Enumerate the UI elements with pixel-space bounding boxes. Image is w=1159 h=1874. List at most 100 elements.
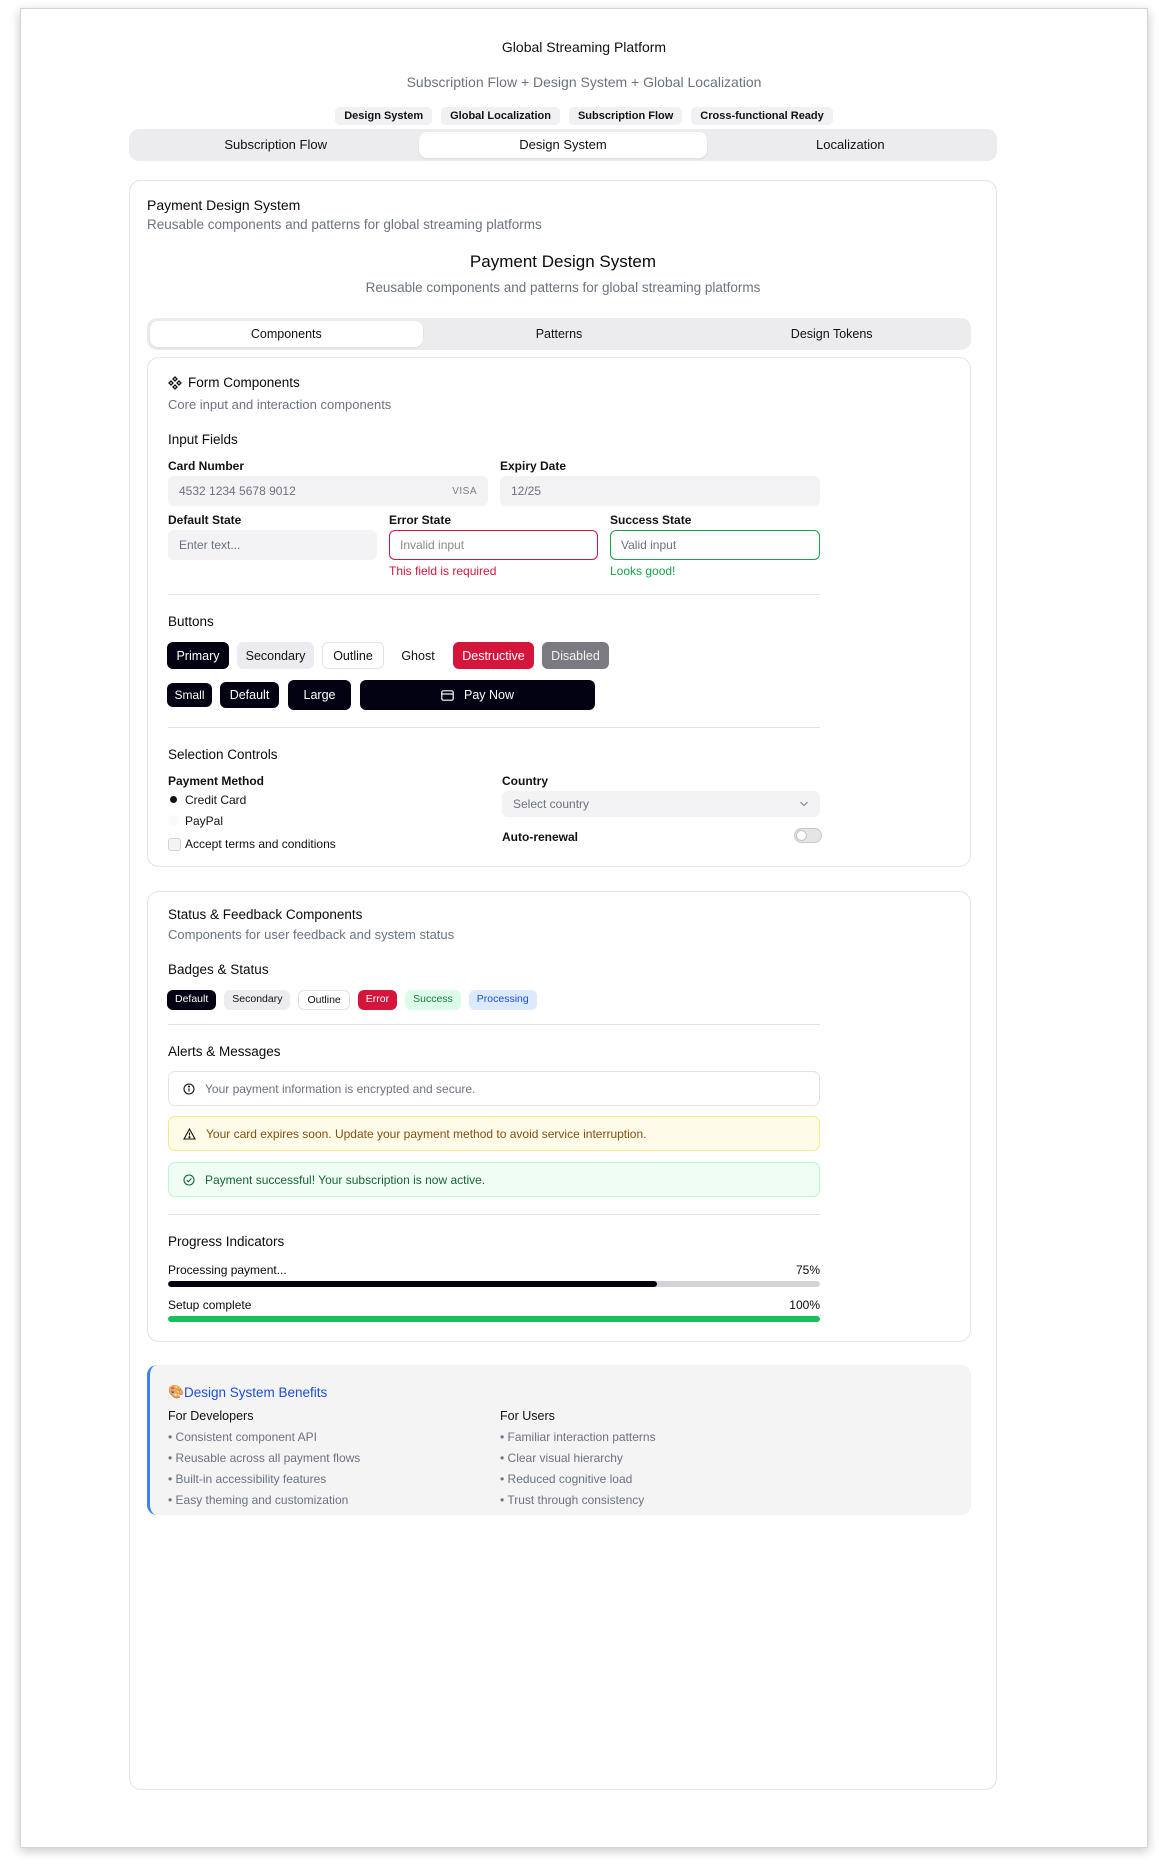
expiry-date-label: Expiry Date — [500, 459, 567, 473]
default-state-label: Default State — [168, 513, 242, 527]
tab-components[interactable]: Components — [150, 321, 423, 347]
pay-now-button[interactable]: Pay Now — [360, 680, 595, 710]
palette-icon: 🎨 — [168, 1384, 185, 1399]
badge-outline: Outline — [298, 990, 350, 1010]
tab-subscription-flow[interactable]: Subscription Flow — [132, 132, 419, 158]
section-title: Payment Design System — [469, 252, 657, 271]
selection-controls-heading: Selection Controls — [168, 747, 278, 762]
expiry-date-value: 12/25 — [511, 484, 542, 498]
success-message: Looks good! — [610, 564, 676, 578]
radio-paypal[interactable] — [168, 815, 179, 826]
chip-row: Design System Global Localization Subscr… — [21, 107, 1147, 125]
card-number-value: 4532 1234 5678 9012 — [179, 484, 296, 498]
badges-heading: Badges & Status — [168, 962, 269, 977]
divider — [168, 727, 820, 728]
tab-patterns[interactable]: Patterns — [423, 321, 696, 347]
progress-value-payment: 75% — [795, 1263, 820, 1277]
radio-paypal-label[interactable]: PayPal — [185, 814, 223, 828]
country-label: Country — [502, 774, 548, 788]
auto-renewal-toggle[interactable] — [794, 828, 822, 843]
disabled-button: Disabled — [542, 642, 609, 669]
chip-design-system: Design System — [335, 107, 433, 125]
components-icon — [168, 376, 182, 395]
small-button[interactable]: Small — [167, 683, 212, 707]
success-state-value: Valid input — [621, 538, 677, 552]
chip-global-localization: Global Localization — [441, 107, 560, 125]
primary-button[interactable]: Primary — [167, 642, 229, 669]
form-components-description: Core input and interaction components — [168, 397, 392, 412]
browser-frame: Global Streaming Platform Subscription F… — [20, 8, 1148, 1848]
info-alert-text: Your payment information is encrypted an… — [205, 1081, 476, 1096]
default-state-placeholder: Enter text... — [179, 538, 241, 552]
badge-default: Default — [167, 990, 217, 1010]
warning-alert: Your card expires soon. Update your paym… — [168, 1116, 820, 1151]
section-subtitle: Reusable components and patterns for glo… — [365, 280, 761, 295]
destructive-button[interactable]: Destructive — [453, 642, 534, 669]
developers-list: • Consistent component API • Reusable ac… — [168, 1427, 360, 1511]
progress-label-setup: Setup complete — [168, 1298, 252, 1312]
info-alert: Your payment information is encrypted an… — [168, 1071, 820, 1106]
outline-button[interactable]: Outline — [322, 642, 384, 669]
large-button[interactable]: Large — [288, 680, 351, 710]
country-select[interactable]: Select country — [502, 791, 820, 817]
chip-subscription-flow: Subscription Flow — [568, 107, 683, 125]
users-heading: For Users — [500, 1409, 555, 1423]
page-title: Global Streaming Platform — [501, 39, 667, 55]
badge-processing: Processing — [468, 990, 537, 1010]
developers-heading: For Developers — [168, 1409, 254, 1423]
tab-design-system[interactable]: Design System — [419, 132, 707, 158]
terms-label[interactable]: Accept terms and conditions — [185, 837, 336, 851]
list-item: • Built-in accessibility features — [168, 1472, 327, 1486]
main-tabs: Subscription Flow Design System Localiza… — [129, 129, 997, 161]
terms-checkbox[interactable] — [168, 838, 181, 851]
ghost-button[interactable]: Ghost — [392, 642, 444, 669]
success-state-input[interactable]: Valid input — [610, 530, 820, 560]
badge-success: Success — [405, 990, 461, 1010]
input-fields-heading: Input Fields — [168, 432, 238, 447]
list-item: • Familiar interaction patterns — [500, 1430, 656, 1444]
pay-now-label: Pay Now — [463, 688, 515, 702]
chevron-down-icon — [800, 801, 808, 807]
error-state-value: Invalid input — [400, 538, 465, 552]
error-state-input[interactable]: Invalid input — [389, 530, 598, 560]
card-title: Payment Design System — [147, 197, 301, 213]
tab-design-tokens[interactable]: Design Tokens — [695, 321, 968, 347]
progress-bar-payment — [168, 1281, 820, 1287]
payment-method-label: Payment Method — [168, 774, 265, 788]
radio-credit-card[interactable] — [170, 796, 177, 803]
expiry-date-input[interactable]: 12/25 — [500, 476, 820, 506]
progress-fill-payment — [168, 1281, 657, 1287]
card-number-input[interactable]: 4532 1234 5678 9012 VISA — [168, 476, 488, 506]
warning-alert-text: Your card expires soon. Update your paym… — [206, 1126, 647, 1141]
auto-renewal-label: Auto-renewal — [502, 830, 579, 844]
radio-credit-card-label[interactable]: Credit Card — [185, 793, 246, 807]
page-subtitle: Subscription Flow + Design System + Glob… — [406, 74, 762, 90]
credit-card-icon — [441, 689, 454, 701]
users-list: • Familiar interaction patterns • Clear … — [500, 1427, 656, 1511]
default-state-input[interactable]: Enter text... — [168, 530, 377, 560]
divider — [168, 1024, 820, 1025]
badge-error: Error — [357, 990, 398, 1010]
check-circle-icon — [183, 1173, 195, 1186]
warning-icon — [183, 1127, 196, 1140]
error-message: This field is required — [389, 564, 497, 578]
list-item: • Easy theming and customization — [168, 1493, 349, 1507]
default-button[interactable]: Default — [220, 682, 279, 708]
tab-localization[interactable]: Localization — [707, 132, 994, 158]
divider — [168, 594, 820, 595]
progress-value-setup: 100% — [789, 1298, 820, 1312]
card-number-label: Card Number — [168, 459, 245, 473]
list-item: • Clear visual hierarchy — [500, 1451, 623, 1465]
info-icon — [183, 1082, 195, 1095]
chip-cross-functional: Cross-functional Ready — [691, 107, 833, 125]
alerts-heading: Alerts & Messages — [168, 1044, 281, 1059]
visa-card-icon: VISA — [452, 485, 477, 497]
form-components-title: Form Components — [188, 375, 300, 390]
progress-heading: Progress Indicators — [168, 1234, 285, 1249]
secondary-button[interactable]: Secondary — [237, 642, 314, 669]
progress-bar-setup — [168, 1316, 820, 1322]
progress-label-payment: Processing payment... — [168, 1263, 287, 1277]
badge-secondary: Secondary — [224, 990, 291, 1010]
badge-row: Default Secondary Outline Error Success … — [167, 990, 537, 1010]
status-description: Components for user feedback and system … — [168, 927, 455, 942]
